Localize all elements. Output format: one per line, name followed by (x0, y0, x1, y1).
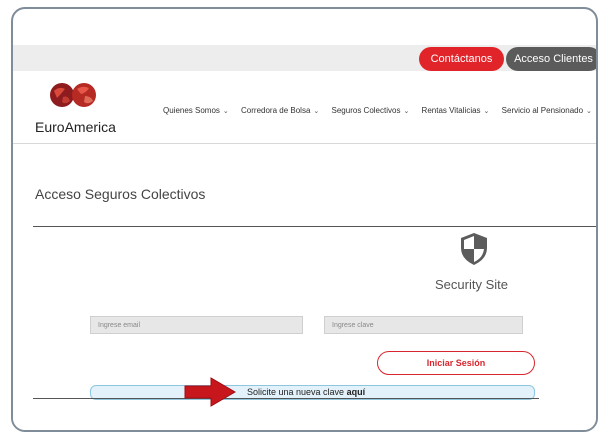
security-site-label: Security Site (435, 277, 508, 292)
nav-label: Seguros Colectivos (331, 106, 401, 115)
chevron-down-icon: ⌄ (483, 108, 490, 115)
nav-label: Corredora de Bolsa (241, 106, 311, 115)
site-header: EuroAmerica Quienes Somos ⌄ Corredora de … (13, 71, 596, 144)
red-arrow-icon (184, 377, 236, 407)
login-button[interactable]: Iniciar Sesión (377, 351, 535, 375)
password-field[interactable]: Ingrese clave (324, 316, 523, 334)
client-access-button[interactable]: Acceso Clientes (506, 47, 596, 71)
divider (33, 398, 539, 399)
chevron-down-icon: ⌄ (403, 108, 410, 115)
chevron-down-icon: ⌄ (222, 108, 229, 115)
nav-item-seguros[interactable]: Seguros Colectivos ⌄ (332, 106, 410, 115)
email-field[interactable]: Ingrese email (90, 316, 303, 334)
new-password-link[interactable]: aquí (347, 387, 366, 397)
nav-item-corredora[interactable]: Corredora de Bolsa ⌄ (241, 106, 319, 115)
contact-button[interactable]: Contáctanos (419, 47, 504, 71)
logo-text[interactable]: EuroAmerica (35, 119, 116, 135)
divider (33, 226, 596, 227)
shield-icon (461, 233, 487, 265)
notice-text: Solicite una nueva clave (247, 387, 347, 397)
main-content: Acceso Seguros Colectivos Security Site … (13, 144, 596, 430)
browser-frame: Contáctanos Acceso Clientes EuroAmerica … (11, 7, 598, 432)
chevron-down-icon: ⌄ (313, 108, 320, 115)
nav-label: Servicio al Pensionado (501, 106, 584, 115)
globe-logo-icon[interactable] (49, 82, 101, 108)
main-nav: Quienes Somos ⌄ Corredora de Bolsa ⌄ Segur… (163, 106, 596, 115)
nav-item-rentas[interactable]: Rentas Vitalicias ⌄ (422, 106, 490, 115)
nav-label: Rentas Vitalicias (421, 106, 481, 115)
page-title: Acceso Seguros Colectivos (35, 186, 206, 202)
nav-label: Quienes Somos (163, 106, 220, 115)
nav-item-servicio[interactable]: Servicio al Pensionado ⌄ (502, 106, 592, 115)
chevron-down-icon: ⌄ (586, 108, 592, 115)
nav-item-quienes-somos[interactable]: Quienes Somos ⌄ (163, 106, 229, 115)
